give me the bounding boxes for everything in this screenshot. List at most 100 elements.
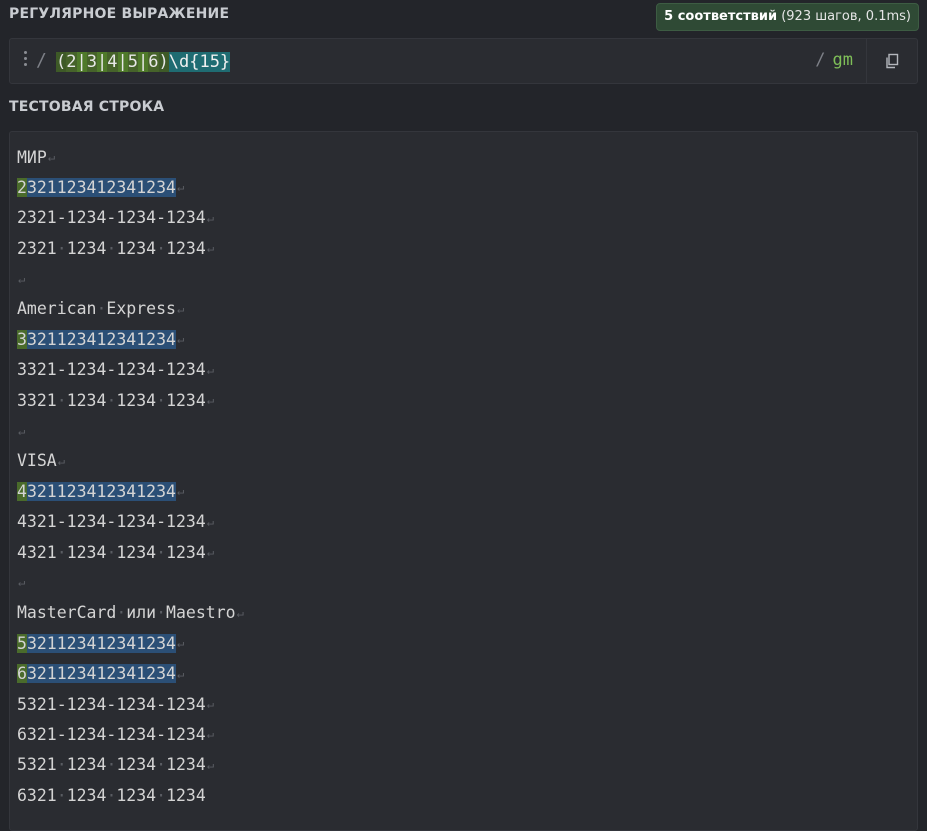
line-text: 4321·1234·1234·1234 — [17, 542, 206, 562]
test-line: 2321-1234-1234-1234↵ — [17, 203, 244, 233]
matched-line: 5321123412341234↵ — [17, 628, 244, 658]
whitespace-dot-icon: · — [156, 390, 167, 410]
newline-icon: ↵ — [18, 423, 26, 438]
match-group-highlight: 5 — [17, 633, 27, 653]
whitespace-dot-icon: · — [156, 238, 167, 258]
regex-token: | — [76, 52, 87, 72]
regex-token: 5 — [127, 52, 138, 72]
test-line: ↵ — [17, 567, 244, 597]
match-info-badge[interactable]: 5 соответствий (923 шагов, 0.1ms) — [656, 3, 919, 31]
regex-input-box[interactable]: / (2|3|4|5|6)\d{15} / gm — [9, 38, 918, 84]
newline-icon: ↵ — [206, 241, 215, 256]
regex-flags[interactable]: / gm — [815, 50, 853, 70]
test-line: 3321·1234·1234·1234↵ — [17, 385, 244, 415]
match-highlight: 321123412341234 — [26, 664, 176, 684]
match-group-highlight: 3 — [17, 329, 27, 349]
whitespace-dot-icon: · — [106, 238, 117, 258]
line-text: 2321-1234-1234-1234 — [17, 208, 206, 228]
match-group-highlight: 4 — [17, 481, 27, 501]
line-text: 5321-1234-1234-1234 — [17, 694, 206, 714]
regex-delimiter-open: / — [36, 50, 47, 71]
test-line: ↵ — [17, 416, 244, 446]
newline-icon: ↵ — [47, 150, 56, 164]
newline-icon: ↵ — [176, 484, 185, 499]
regex-token: | — [97, 52, 108, 72]
line-text: 6321·1234·1234·1234 — [17, 785, 206, 805]
regex-token: ) — [158, 52, 169, 72]
matched-line: 3321123412341234↵ — [17, 324, 244, 354]
whitespace-dot-icon: · — [106, 785, 117, 805]
test-line: 3321-1234-1234-1234↵ — [17, 355, 244, 385]
match-highlight: 321123412341234 — [26, 329, 176, 349]
regex-token: 2 — [66, 52, 77, 72]
test-line: 6321-1234-1234-1234↵ — [17, 719, 244, 749]
test-line: American·Express↵ — [17, 294, 244, 324]
match-group-highlight: 2 — [17, 177, 27, 197]
newline-icon: ↵ — [206, 727, 214, 742]
matched-line: 4321123412341234↵ — [17, 476, 244, 506]
newline-icon: ↵ — [206, 210, 214, 225]
line-text: 4321-1234-1234-1234 — [17, 512, 206, 532]
test-string-editor[interactable]: МИР↵ 2321123412341234↵ 2321-1234-1234-1234… — [9, 131, 918, 831]
match-steps: (923 шагов, 0.1ms) — [781, 9, 911, 24]
line-text: VISA — [17, 451, 57, 471]
whitespace-dot-icon: · — [56, 755, 67, 775]
line-text: 2321·1234·1234·1234 — [17, 238, 206, 258]
copy-regex-button[interactable] — [866, 39, 917, 83]
line-text: 3321-1234-1234-1234 — [17, 360, 206, 380]
test-string-lines: МИР↵ 2321123412341234↵ 2321-1234-1234-1234… — [17, 142, 244, 811]
test-line: 2321·1234·1234·1234↵ — [17, 233, 244, 263]
regex-delimiter-close: / — [815, 50, 826, 70]
whitespace-dot-icon: · — [106, 390, 117, 410]
newline-icon: ↵ — [206, 697, 214, 712]
regex-token: 3 — [86, 52, 97, 72]
newline-icon: ↵ — [206, 757, 215, 772]
newline-icon: ↵ — [206, 514, 214, 529]
drag-handle-icon[interactable] — [24, 51, 28, 69]
regex-section-title: РЕГУЛЯРНОЕ ВЫРАЖЕНИЕ — [9, 6, 230, 22]
line-text: 3321123412341234 — [17, 329, 176, 351]
test-line: 4321·1234·1234·1234↵ — [17, 537, 244, 567]
line-text: МИР — [17, 147, 47, 167]
test-line: 5321-1234-1234-1234↵ — [17, 689, 244, 719]
matched-line: 6321123412341234↵ — [17, 659, 244, 689]
whitespace-dot-icon: · — [56, 390, 67, 410]
line-text: 5321·1234·1234·1234 — [17, 755, 206, 775]
whitespace-dot-icon: · — [106, 755, 117, 775]
line-text: 6321123412341234 — [17, 663, 176, 685]
whitespace-dot-icon: · — [106, 542, 117, 562]
newline-icon: ↵ — [57, 453, 65, 468]
test-line: VISA↵ — [17, 446, 244, 476]
copy-icon — [886, 53, 899, 69]
matched-line: 2321123412341234↵ — [17, 172, 244, 202]
whitespace-dot-icon: · — [56, 238, 67, 258]
whitespace-dot-icon: · — [56, 785, 67, 805]
newline-icon: ↵ — [176, 301, 185, 316]
newline-icon: ↵ — [176, 636, 185, 651]
whitespace-dot-icon: · — [156, 542, 167, 562]
newline-icon: ↵ — [176, 332, 185, 347]
regex-token: ( — [56, 52, 67, 72]
match-count: 5 соответствий — [664, 9, 778, 24]
line-text: 5321123412341234 — [17, 633, 176, 655]
whitespace-dot-icon: · — [156, 785, 167, 805]
test-line: ↵ — [17, 264, 244, 294]
line-text: 2321123412341234 — [17, 177, 176, 199]
regex-token: | — [117, 52, 128, 72]
test-string-section-title: ТЕСТОВАЯ СТРОКА — [9, 99, 165, 115]
newline-icon: ↵ — [176, 180, 185, 195]
test-line: МИР↵ — [17, 142, 244, 172]
newline-icon: ↵ — [236, 605, 244, 620]
line-text: 3321·1234·1234·1234 — [17, 390, 206, 410]
line-text: 6321-1234-1234-1234 — [17, 724, 206, 744]
whitespace-dot-icon: · — [116, 603, 127, 623]
regex-flags-value[interactable]: gm — [833, 50, 853, 70]
whitespace-dot-icon: · — [96, 299, 107, 319]
whitespace-dot-icon: · — [56, 542, 67, 562]
newline-icon: ↵ — [176, 666, 185, 681]
regex-expression-input[interactable]: (2|3|4|5|6)\d{15} — [56, 50, 231, 74]
regex-token: | — [138, 52, 149, 72]
line-text: 4321123412341234 — [17, 481, 176, 503]
match-group-highlight: 6 — [17, 664, 27, 684]
test-line: 5321·1234·1234·1234↵ — [17, 750, 244, 780]
